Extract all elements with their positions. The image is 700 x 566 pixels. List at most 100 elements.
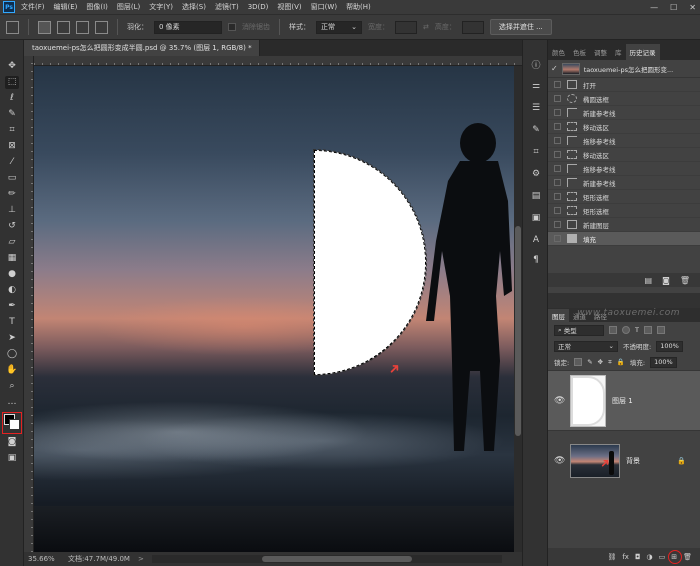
link-icon[interactable]: ⛓	[607, 553, 616, 561]
history-item[interactable]: 新建参考线	[548, 176, 700, 190]
camera-snapshot-icon[interactable]: ◙	[662, 276, 670, 285]
menu-edit[interactable]: 编辑(E)	[54, 2, 78, 12]
horizontal-ruler[interactable]	[34, 56, 522, 66]
menu-filter[interactable]: 滤镜(T)	[215, 2, 239, 12]
history-item[interactable]: 拖移参考线	[548, 134, 700, 148]
layer-comps-icon[interactable]: ▣	[530, 212, 542, 224]
document-canvas[interactable]: ➜	[34, 66, 514, 552]
history-checkbox[interactable]	[554, 193, 561, 200]
history-checkbox[interactable]	[554, 235, 561, 242]
layer-row-1[interactable]: 👁 图层 1	[548, 370, 700, 430]
tab-color[interactable]: 颜色	[548, 44, 569, 60]
type-tool-icon[interactable]: T	[5, 316, 19, 329]
lock-all-icon[interactable]: 🔒	[617, 358, 625, 366]
history-checkbox[interactable]	[554, 81, 561, 88]
hand-tool-icon[interactable]: ✋	[5, 364, 19, 377]
history-item[interactable]: 移动选区	[548, 120, 700, 134]
pen-tool-icon[interactable]: ✒	[5, 300, 19, 313]
document-tab[interactable]: taoxuemei-ps怎么把圆形变成半圆.psd @ 35.7% (图层 1,…	[24, 40, 265, 56]
info-icon[interactable]: ⓘ	[530, 58, 542, 71]
horizontal-scrollbar[interactable]	[152, 555, 502, 563]
history-brush-source-icon[interactable]: ✓	[551, 64, 558, 73]
layer-name[interactable]: 图层 1	[612, 396, 633, 406]
new-document-from-state-icon[interactable]: ▤	[645, 276, 653, 285]
gradient-tool-icon[interactable]: ▦	[5, 252, 19, 265]
zoom-tool-icon[interactable]: ⌕	[5, 380, 19, 393]
lock-position-icon[interactable]: ✥	[598, 358, 603, 366]
shape-filter-icon[interactable]	[643, 326, 652, 334]
dodge-tool-icon[interactable]: ◐	[5, 284, 19, 297]
menu-type[interactable]: 文字(Y)	[149, 2, 173, 12]
sliders-icon[interactable]: ☰	[530, 102, 542, 114]
status-menu-arrow[interactable]: >	[138, 555, 152, 563]
rectangular-marquee-tool-icon[interactable]: ⬚	[5, 76, 19, 89]
trash-icon[interactable]: 🗑	[680, 276, 690, 285]
move-tool-icon[interactable]: ✥	[5, 60, 19, 73]
scroll-thumb[interactable]	[262, 556, 412, 562]
paragraph-icon[interactable]: ¶	[530, 254, 542, 266]
ellipse-tool-icon[interactable]: ◯	[5, 348, 19, 361]
eyedropper-tool-icon[interactable]: ⁄	[5, 156, 19, 169]
select-and-mask-button[interactable]: 选择并遮住 ...	[489, 19, 552, 35]
new-selection-icon[interactable]	[38, 20, 51, 34]
subtract-selection-icon[interactable]	[76, 20, 89, 34]
smart-object-filter-icon[interactable]	[656, 326, 665, 334]
history-snapshot[interactable]: ✓ taoxuemei-ps怎么把圆形变...	[548, 60, 700, 78]
tab-adjustments[interactable]: 调整	[590, 44, 611, 60]
healing-brush-tool-icon[interactable]: ▭	[5, 172, 19, 185]
crop-tool-icon[interactable]: ⌗	[5, 124, 19, 137]
menu-layer[interactable]: 图层(L)	[117, 2, 140, 12]
lock-transparent-icon[interactable]	[574, 358, 583, 366]
history-checkbox[interactable]	[554, 137, 561, 144]
history-item[interactable]: 新建参考线	[548, 106, 700, 120]
vertical-scrollbar[interactable]	[514, 66, 522, 552]
trash-icon[interactable]: 🗑	[683, 553, 692, 561]
history-checkbox[interactable]	[554, 221, 561, 228]
quick-selection-tool-icon[interactable]: ✎	[5, 108, 19, 121]
add-selection-icon[interactable]	[57, 20, 70, 34]
history-brush-tool-icon[interactable]: ↺	[5, 220, 19, 233]
adjust-icon[interactable]: ⚌	[530, 80, 542, 92]
menu-3d[interactable]: 3D(D)	[248, 3, 269, 11]
history-checkbox[interactable]	[554, 179, 561, 186]
history-item[interactable]: 椭圆选框	[548, 92, 700, 106]
history-brush-icon[interactable]: ⌗	[530, 146, 542, 158]
close-button[interactable]: ✕	[689, 3, 696, 12]
frame-tool-icon[interactable]: ⊠	[5, 140, 19, 153]
actions-icon[interactable]: ▤	[530, 190, 542, 202]
marquee-tool-preset-icon[interactable]	[6, 20, 19, 34]
brush-tool-icon[interactable]: ✏	[5, 188, 19, 201]
more-tools-icon[interactable]: …	[5, 396, 19, 409]
intersect-selection-icon[interactable]	[95, 20, 108, 34]
history-item[interactable]: 矩形选框	[548, 190, 700, 204]
adjustment-filter-icon[interactable]	[622, 326, 630, 334]
history-item[interactable]: 打开	[548, 78, 700, 92]
menu-select[interactable]: 选择(S)	[182, 2, 206, 12]
history-item[interactable]: 填充	[548, 232, 700, 246]
style-select[interactable]: 正常 ⌄	[316, 20, 362, 34]
minimize-button[interactable]: —	[650, 3, 658, 12]
white-half-circle[interactable]	[313, 149, 427, 376]
scroll-thumb[interactable]	[515, 226, 521, 436]
history-checkbox[interactable]	[554, 151, 561, 158]
brush-settings-icon[interactable]: ✎	[530, 124, 542, 136]
antialias-checkbox[interactable]	[228, 23, 236, 31]
mask-icon[interactable]: ◘	[635, 553, 641, 561]
blur-tool-icon[interactable]: ●	[5, 268, 19, 281]
tab-history[interactable]: 历史记录	[625, 44, 660, 60]
tab-swatches[interactable]: 色板	[569, 44, 590, 60]
clone-source-icon[interactable]: ⚙	[530, 168, 542, 180]
character-icon[interactable]: A	[530, 234, 542, 246]
layer-row-background[interactable]: 👁 背景 🔒	[548, 430, 700, 490]
history-checkbox[interactable]	[554, 123, 561, 130]
menu-help[interactable]: 帮助(H)	[346, 2, 371, 12]
opacity-input[interactable]: 100%	[656, 340, 683, 352]
quick-mask-icon[interactable]: ◙	[5, 436, 19, 449]
clone-stamp-tool-icon[interactable]: ⊥	[5, 204, 19, 217]
history-item[interactable]: 矩形选框	[548, 204, 700, 218]
tab-libraries[interactable]: 库	[611, 44, 626, 60]
lock-artboard-icon[interactable]: ⌗	[608, 358, 612, 367]
feather-input[interactable]: 0 像素	[154, 20, 222, 34]
fill-input[interactable]: 100%	[650, 356, 677, 368]
new-layer-icon[interactable]: ⊞	[668, 550, 683, 564]
